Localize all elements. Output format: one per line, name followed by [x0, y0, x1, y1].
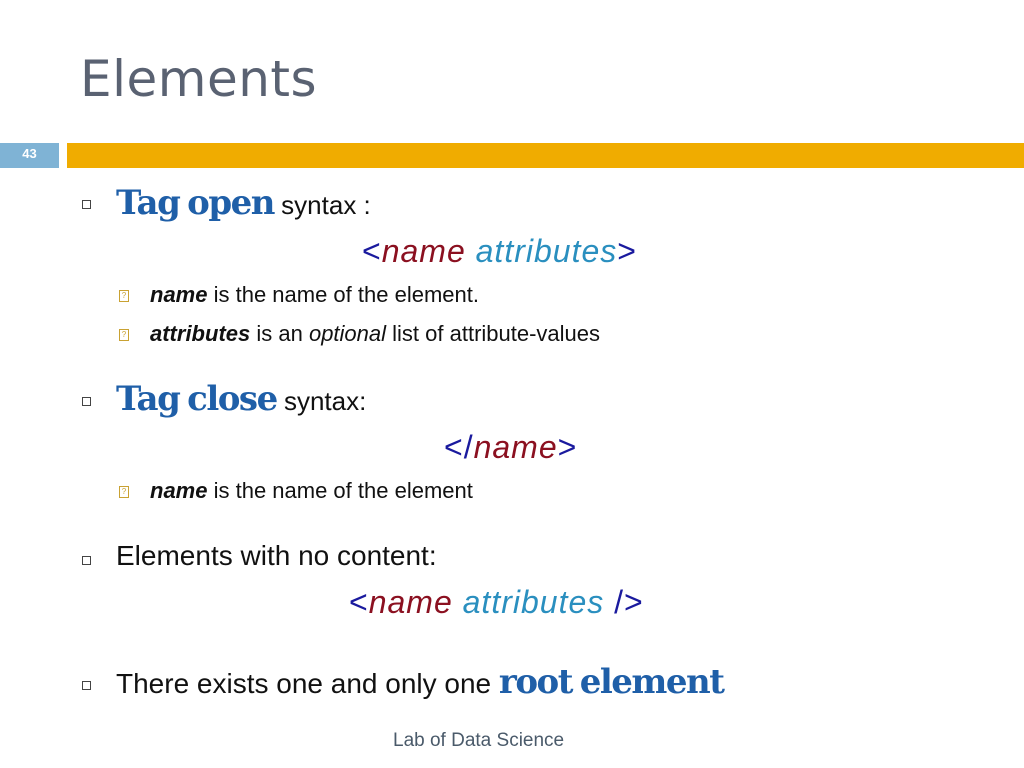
- slide-number: 43: [0, 143, 59, 168]
- code-name: name: [368, 584, 453, 620]
- sub-bullet-icon: ?: [119, 290, 129, 302]
- sub-item-name: name is the name of the element.: [150, 282, 479, 308]
- code-close-bracket: >: [617, 233, 637, 269]
- term-tag: Tag: [116, 379, 181, 419]
- term-root: root: [498, 662, 573, 702]
- sub-emphasis: optional: [308, 321, 387, 346]
- code-open-bracket: <: [349, 584, 369, 620]
- code-attributes: attributes: [475, 233, 618, 269]
- sub-text: is the name of the element.: [207, 282, 479, 307]
- sub-bullet-icon: ?: [119, 329, 129, 341]
- slide-footer: Lab of Data Science: [393, 730, 565, 751]
- bullet-text: syntax :: [273, 190, 371, 220]
- close-tag-syntax: </name>: [444, 429, 577, 466]
- bullet-tag-open: Tag open syntax :: [116, 183, 371, 223]
- bullet-text: There exists one and only one: [116, 668, 499, 699]
- sub-text-pre: is an: [250, 321, 309, 346]
- bullet-icon: [82, 681, 91, 690]
- bullet-root-element: There exists one and only one root eleme…: [116, 662, 725, 702]
- empty-tag-syntax: <name attributes />: [349, 584, 644, 621]
- bullet-icon: [82, 556, 91, 565]
- sub-text: is the name of the element: [207, 478, 473, 503]
- open-tag-syntax: <name attributes>: [362, 233, 637, 270]
- title-divider-bar: [67, 143, 1024, 168]
- sub-text: list of attribute-values: [386, 321, 601, 346]
- code-name: name: [473, 429, 558, 465]
- sub-item-attributes: attributes is an optional list of attrib…: [150, 321, 600, 347]
- bullet-icon: [82, 397, 91, 406]
- bullet-text: syntax:: [276, 386, 367, 416]
- bullet-tag-close: Tag close syntax:: [116, 379, 366, 419]
- term-element: element: [579, 662, 725, 702]
- code-name: name: [381, 233, 466, 269]
- sub-bullet-icon: ?: [119, 486, 129, 498]
- sub-term: attributes: [150, 321, 251, 346]
- code-attributes: attributes: [462, 584, 605, 620]
- term-close: close: [187, 379, 278, 419]
- code-open-bracket: </: [444, 429, 474, 465]
- sub-term: name: [150, 282, 208, 307]
- code-close-bracket: >: [557, 429, 578, 465]
- sub-term: name: [150, 478, 208, 503]
- term-tag: Tag: [116, 183, 181, 223]
- code-self-close: />: [614, 584, 644, 620]
- code-open-bracket: <: [362, 233, 382, 269]
- slide-title: Elements: [80, 50, 318, 108]
- term-open: open: [187, 183, 275, 223]
- sub-item-close-name: name is the name of the element: [150, 478, 473, 504]
- bullet-icon: [82, 200, 91, 209]
- bullet-empty-elements: Elements with no content:: [116, 540, 437, 571]
